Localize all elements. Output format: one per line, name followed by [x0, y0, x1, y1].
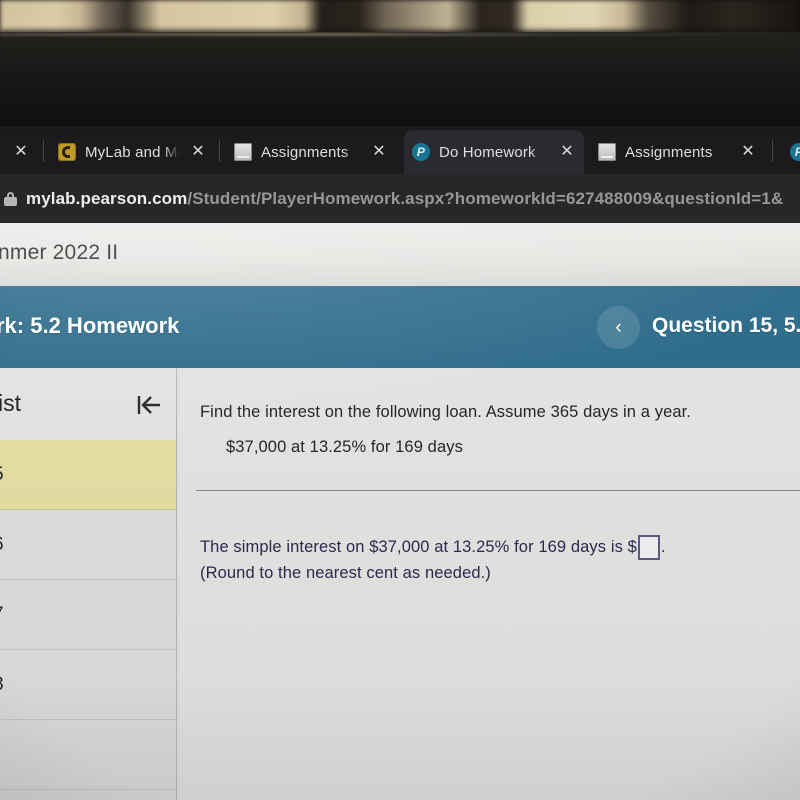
document-icon [598, 143, 616, 161]
browser-tabstrip: ✕ MyLab and Ma ✕ Assignments ✕ P Do Home… [0, 126, 800, 174]
answer-suffix: . [660, 538, 666, 556]
question-list-item-number: 6 [0, 534, 4, 556]
question-list-sidebar: ist 5 6 [0, 368, 177, 800]
question-list-item[interactable]: 8 [0, 650, 176, 720]
question-panel: Find the interest on the following loan.… [178, 368, 800, 800]
tab-separator [772, 140, 773, 162]
homework-header-bar: rk: 5.2 Homework ‹ Question 15, 5. [0, 286, 800, 368]
tab-title: Assignments [261, 143, 349, 161]
previous-question-button[interactable]: ‹ [597, 306, 640, 349]
question-prompt: Find the interest on the following loan.… [200, 403, 691, 421]
tab-title: MyLab and Ma [85, 143, 180, 161]
browser-tab-assignments-2[interactable]: Assignments ✕ [590, 130, 765, 174]
browser-tab-mylab[interactable]: MyLab and Ma ✕ [50, 130, 215, 174]
rounding-hint: (Round to the nearest cent as needed.) [200, 564, 491, 582]
question-list-item[interactable]: 7 [0, 580, 176, 650]
photo-of-monitor: ✕ MyLab and Ma ✕ Assignments ✕ P Do Home… [0, 0, 800, 800]
course-name: nmer 2022 II [0, 241, 119, 264]
pearson-icon: P [412, 143, 430, 161]
document-icon [234, 143, 252, 161]
question-detail: $37,000 at 13.25% for 169 days [226, 438, 463, 456]
address-bar-url: mylab.pearson.com/Student/PlayerHomework… [26, 189, 783, 209]
mylab-icon [58, 143, 76, 161]
tab-separator [43, 140, 44, 162]
pearson-icon: P [790, 143, 800, 161]
answer-input[interactable] [637, 535, 660, 560]
browser-tab-5[interactable]: P [782, 130, 800, 174]
browser-tab-assignments-1[interactable]: Assignments ✕ [226, 130, 396, 174]
bezel-glint [0, 33, 800, 36]
browser-tab-do-homework[interactable]: P Do Homework ✕ [404, 130, 584, 174]
homework-body: ist 5 6 [0, 368, 800, 800]
url-host: mylab.pearson.com [26, 188, 188, 208]
address-bar[interactable]: mylab.pearson.com/Student/PlayerHomework… [0, 174, 800, 223]
tab-title: Assignments [625, 143, 713, 161]
question-list-item-number: 5 [0, 464, 4, 486]
question-list-item[interactable] [0, 720, 176, 790]
tab-close-icon[interactable]: ✕ [12, 143, 30, 161]
answer-prefix: The simple interest on $37,000 at 13.25%… [200, 538, 637, 556]
question-list-item[interactable]: 6 [0, 510, 176, 580]
tab-close-icon[interactable]: ✕ [370, 143, 388, 161]
lock-icon [4, 191, 17, 206]
browser-tab-0[interactable]: ✕ [0, 130, 38, 174]
question-list-header: ist [0, 368, 176, 440]
homework-title: rk: 5.2 Homework [0, 313, 180, 338]
tab-close-icon[interactable]: ✕ [189, 143, 207, 161]
monitor-bezel [0, 32, 800, 128]
question-list-item[interactable]: 5 [0, 440, 176, 510]
content-divider [196, 490, 800, 491]
browser-chrome: ✕ MyLab and Ma ✕ Assignments ✕ P Do Home… [0, 126, 800, 223]
tab-close-icon[interactable]: ✕ [558, 143, 576, 161]
question-list-item-number: 8 [0, 674, 4, 696]
tab-title: Do Homework [439, 143, 536, 161]
question-list-title: ist [0, 390, 21, 416]
question-list-item-number: 7 [0, 604, 4, 626]
collapse-left-icon[interactable] [135, 393, 163, 417]
mylab-page: nmer 2022 II rk: 5.2 Homework ‹ Question… [0, 223, 800, 800]
question-list: 5 6 7 8 [0, 440, 176, 800]
answer-statement: The simple interest on $37,000 at 13.25%… [200, 535, 666, 560]
tab-close-icon[interactable]: ✕ [739, 143, 757, 161]
question-number-label: Question 15, 5. [652, 314, 800, 337]
tab-separator [219, 140, 220, 162]
course-bar: nmer 2022 II [0, 223, 800, 286]
url-path: /Student/PlayerHomework.aspx?homeworkId=… [187, 188, 784, 208]
